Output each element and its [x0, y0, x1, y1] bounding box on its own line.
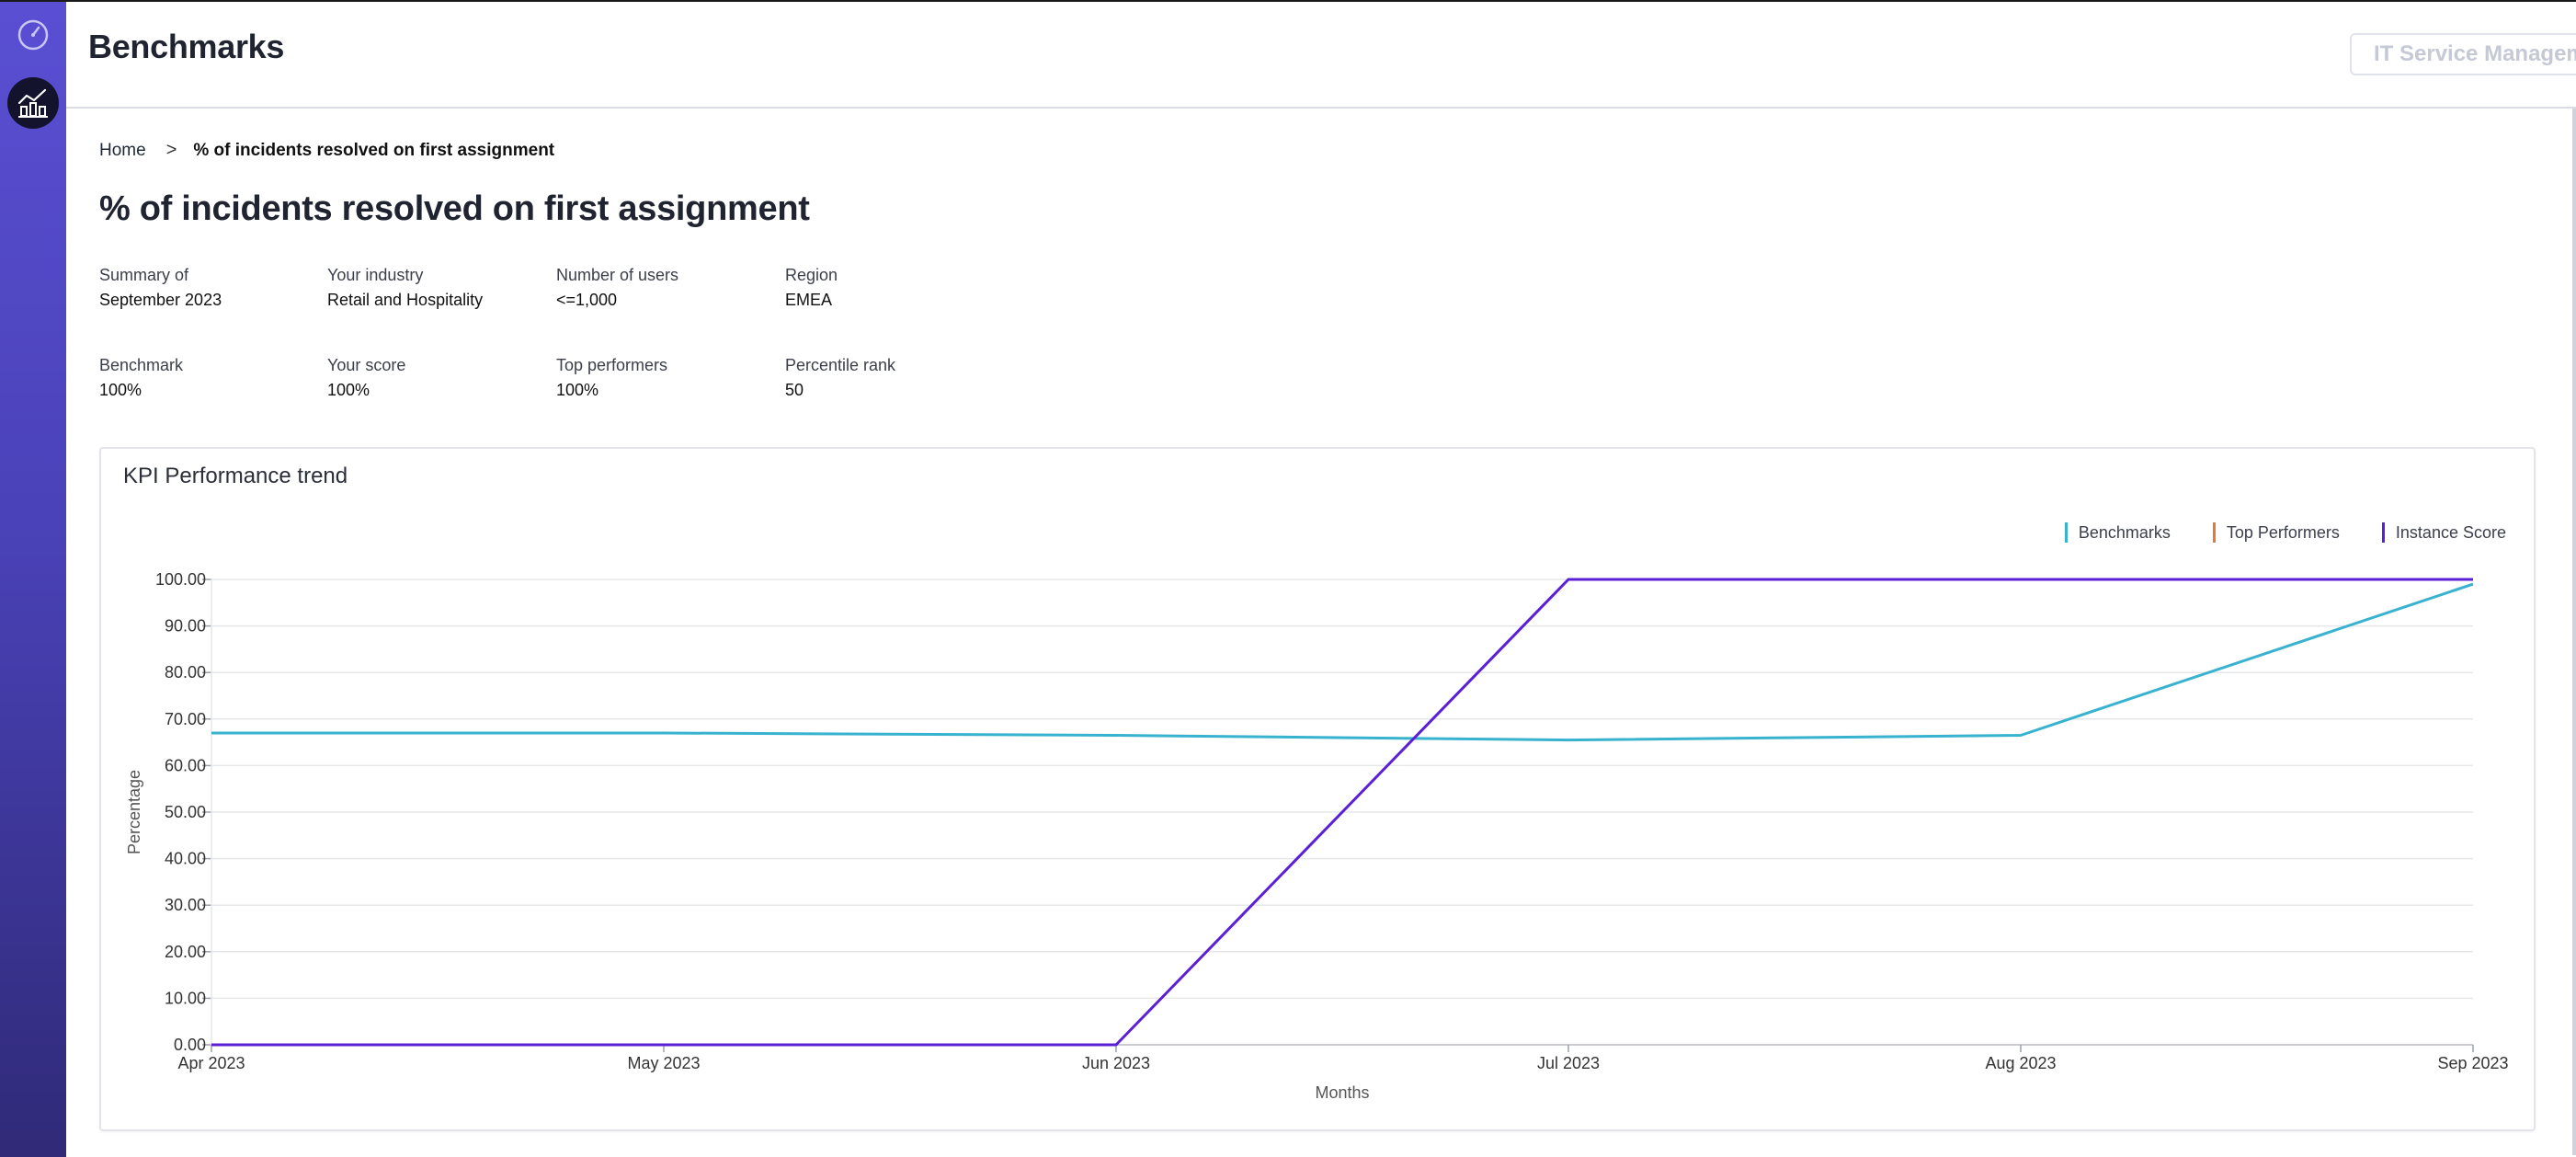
- series-line-benchmarks: [211, 582, 2474, 742]
- y-tick-label: 80.00: [165, 663, 206, 682]
- y-tick-label: 0.00: [174, 1036, 206, 1054]
- x-tick-label: May 2023: [627, 1054, 700, 1072]
- region: Region EMEA: [785, 263, 838, 313]
- your-industry: Your industry Retail and Hospitality: [327, 263, 483, 313]
- app-title: Benchmarks: [88, 28, 285, 65]
- x-tick-label: Jun 2023: [1082, 1054, 1150, 1072]
- breadcrumb-home-link[interactable]: Home: [99, 141, 146, 161]
- x-axis-title: Months: [1315, 1083, 1369, 1102]
- kpi-trend-card: KPI Performance trend Benchmarks Top Per…: [99, 447, 2536, 1131]
- x-tick-label: Apr 2023: [177, 1054, 245, 1072]
- scrollbar-track[interactable]: [2572, 109, 2576, 1155]
- breadcrumb-current: % of incidents resolved on first assignm…: [193, 140, 555, 160]
- y-tick-label: 30.00: [165, 896, 206, 914]
- y-tick-label: 20.00: [165, 943, 206, 961]
- y-tick-label: 90.00: [165, 617, 206, 636]
- meta-label: Summary of: [99, 266, 189, 284]
- y-tick-label: 70.00: [165, 710, 206, 728]
- breadcrumb: Home > % of incidents resolved on first …: [99, 140, 554, 161]
- speedometer-icon[interactable]: [7, 9, 59, 61]
- meta-label: Your industry: [327, 266, 424, 284]
- meta-label: Top performers: [556, 356, 668, 374]
- benchmark-chart-icon[interactable]: [7, 77, 59, 129]
- meta-label: Region: [785, 266, 838, 284]
- sidebar: [0, 0, 66, 1157]
- meta-label: Your score: [327, 356, 406, 374]
- breadcrumb-separator: >: [165, 140, 177, 160]
- x-tick-label: Jul 2023: [1537, 1054, 1600, 1072]
- meta-value: <=1,000: [556, 291, 618, 309]
- y-tick-label: 40.00: [165, 850, 206, 868]
- meta-label: Number of users: [556, 266, 679, 284]
- benchmark: Benchmark 100%: [99, 353, 183, 403]
- active-nav-indicator: [7, 77, 59, 129]
- y-tick-label: 100.00: [155, 570, 206, 589]
- meta-label: Benchmark: [99, 356, 184, 374]
- kpi-line-chart: 0.00 10.00 20.00 30.00 40.00 50.00 60.00 70.00 8…: [125, 570, 2509, 1102]
- top-performers: Top performers 100%: [556, 353, 667, 403]
- y-tick-label: 60.00: [165, 756, 206, 774]
- y-axis-title: Percentage: [125, 770, 143, 854]
- meta-value: Retail and Hospitality: [327, 291, 484, 309]
- meta-value: September 2023: [99, 291, 222, 309]
- summary-of: Summary of September 2023: [99, 263, 222, 313]
- meta-value: 100%: [327, 381, 370, 399]
- meta-value: 100%: [99, 381, 142, 399]
- x-tick-label: Aug 2023: [1985, 1054, 2056, 1072]
- top-bar: Benchmarks IT Service Management: [66, 0, 2576, 109]
- page-title: % of incidents resolved on first assignm…: [99, 189, 810, 228]
- x-tick-label: Sep 2023: [2437, 1054, 2508, 1072]
- scope-selector-button[interactable]: IT Service Management: [2350, 33, 2576, 75]
- your-score: Your score 100%: [327, 353, 405, 403]
- meta-value: 100%: [556, 381, 599, 399]
- y-tick-label: 10.00: [165, 989, 206, 1007]
- meta-label: Percentile rank: [785, 356, 896, 374]
- number-of-users: Number of users <=1,000: [556, 263, 678, 313]
- meta-value: EMEA: [785, 291, 833, 309]
- meta-value: 50: [785, 381, 804, 399]
- y-tick-label: 50.00: [165, 803, 206, 821]
- percentile-rank: Percentile rank 50: [785, 353, 895, 403]
